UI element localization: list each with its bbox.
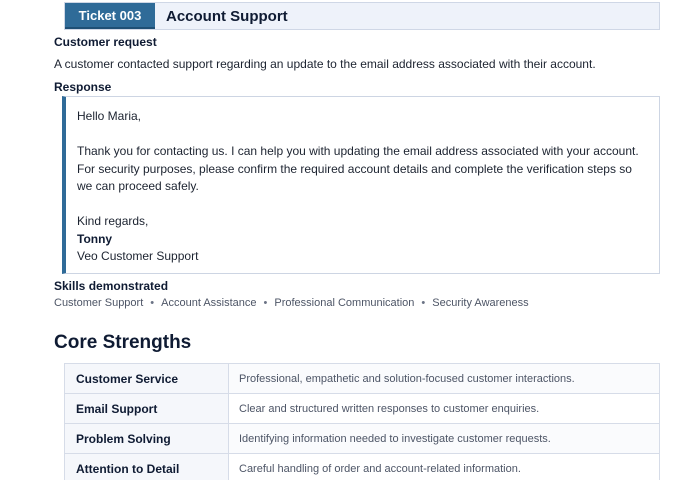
core-strengths-heading: Core Strengths (54, 332, 192, 353)
skill-separator: • (263, 297, 268, 309)
ticket-title: Account Support (166, 7, 288, 25)
skill-tag: Professional Communication (274, 297, 415, 309)
table-row: Problem Solving Identifying information … (64, 423, 660, 454)
core-strengths-table: Customer Service Professional, empatheti… (64, 363, 660, 480)
customer-request-text: A customer contacted support regarding a… (54, 57, 596, 71)
response-signature-name: Tonny (77, 231, 113, 246)
skill-separator: • (421, 297, 426, 309)
strength-name: Customer Service (64, 363, 229, 394)
ticket-badge: Ticket 003 (65, 3, 155, 29)
response-greeting: Hello Maria, (77, 109, 142, 123)
strength-description: Clear and structured written responses t… (228, 393, 660, 424)
table-row: Email Support Clear and structured writt… (64, 393, 660, 424)
customer-request-label: Customer request (54, 35, 157, 49)
skill-separator: • (150, 297, 155, 309)
skill-tag: Customer Support (54, 297, 144, 309)
table-row: Attention to Detail Careful handling of … (64, 453, 660, 480)
ticket-header: Ticket 003 Account Support (64, 2, 660, 30)
skills-label: Skills demonstrated (54, 279, 169, 293)
response-label: Response (54, 80, 112, 94)
response-signature-team: Veo Customer Support (77, 249, 199, 263)
strength-name: Attention to Detail (64, 453, 229, 480)
strength-description: Careful handling of order and account-re… (228, 453, 660, 480)
strength-description: Identifying information needed to invest… (228, 423, 660, 454)
skill-tag: Security Awareness (432, 297, 529, 309)
skill-tag: Account Assistance (161, 297, 257, 309)
strength-name: Problem Solving (64, 423, 229, 454)
response-box: Hello Maria, Thank you for contacting us… (62, 96, 660, 274)
response-body: Thank you for contacting us. I can help … (77, 144, 639, 193)
response-closing: Kind regards, (77, 214, 149, 228)
strength-name: Email Support (64, 393, 229, 424)
table-row: Customer Service Professional, empatheti… (64, 363, 660, 394)
strength-description: Professional, empathetic and solution-fo… (228, 363, 660, 394)
skills-list: Customer Support • Account Assistance • … (54, 297, 529, 309)
